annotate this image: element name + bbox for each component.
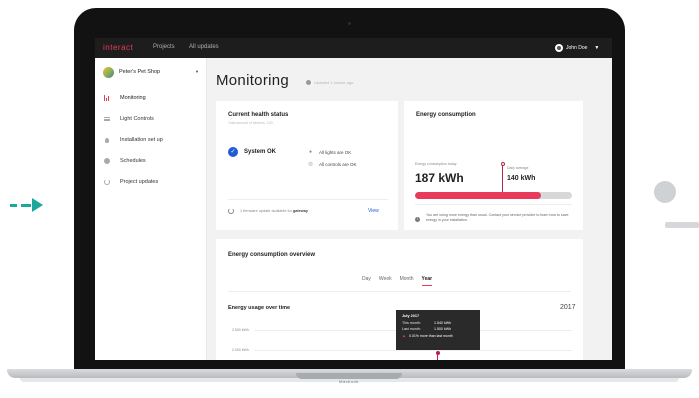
updated-timestamp: Updated 1 minute ago [314, 80, 354, 85]
lights-status: ● All lights are OK [308, 149, 352, 156]
bulb-icon [103, 137, 110, 144]
sidebar-item-project-updates[interactable]: Project updates [95, 176, 207, 188]
daily-average-value: 140 kWh [507, 175, 536, 182]
lights-status-text: All lights are OK [319, 150, 352, 155]
divider [228, 291, 571, 292]
chevron-down-icon: ▼ [594, 45, 600, 51]
tooltip-note: ▲ 0.01% more than last month [402, 333, 474, 338]
y-tick-label: 2.500 kWh [232, 328, 249, 332]
clock-icon [103, 158, 110, 165]
chart-marker-point[interactable] [435, 351, 440, 355]
grid-line [254, 350, 572, 351]
trend-up-icon: ▲ [402, 333, 406, 338]
tooltip-note-text: 0.01% more than last month [408, 333, 453, 338]
decorative-dot [654, 181, 676, 203]
warning-icon: ! [415, 217, 420, 222]
tooltip-label: This month: [402, 321, 421, 325]
shop-name: Peter's Pet Shop [119, 69, 161, 75]
tab-month[interactable]: Month [400, 276, 414, 286]
energy-warning-text: You are using more energy than usual. Co… [426, 213, 569, 222]
tooltip-title: July 2017 [402, 314, 420, 318]
energy-progress-bar [415, 192, 572, 199]
refresh-icon [103, 179, 110, 186]
bulb-icon: ● [308, 149, 313, 155]
arrow-right-icon [10, 198, 50, 212]
system-status: System OK [244, 149, 277, 155]
chart-year[interactable]: 2017 [560, 304, 576, 311]
view-firmware-link[interactable]: View [368, 208, 379, 214]
divider [415, 204, 572, 205]
user-menu[interactable]: John Doe ▼ [555, 43, 599, 53]
tooltip-row: Last month: 1.500 kWh [402, 327, 474, 331]
energy-progress-fill [415, 192, 541, 199]
tab-week[interactable]: Week [379, 276, 392, 286]
sidebar-item-label: Installation set up [120, 137, 163, 143]
brand-logo[interactable]: interact [103, 43, 133, 52]
y-tick-label: 2.000 kWh [232, 348, 249, 352]
bar-chart-icon [103, 95, 110, 102]
divider [228, 199, 388, 200]
energy-card-title: Energy consumption [416, 112, 476, 118]
sidebar-item-schedules[interactable]: Schedules [95, 155, 207, 167]
sidebar-item-label: Schedules [120, 158, 146, 164]
tab-day[interactable]: Day [362, 276, 371, 286]
chevron-down-icon: ▼ [195, 69, 199, 74]
sidebar-item-label: Project updates [120, 179, 159, 185]
laptop-label: Macbook [339, 379, 359, 384]
nav-projects[interactable]: Projects [153, 44, 175, 50]
firmware-notice: 1 firmware update available for gateway [240, 209, 308, 213]
device-count: Total amount of devices: 100 [228, 121, 273, 125]
daily-average-dot [500, 162, 505, 166]
tooltip-label: Last month: [402, 327, 421, 331]
sidebar-item-label: Monitoring [120, 95, 146, 101]
tooltip-value: 1.540 kWh [434, 321, 452, 325]
chart-tooltip: July 2017 This month: 1.540 kWh Last mon… [396, 310, 480, 350]
shop-avatar [103, 66, 114, 78]
camera-icon [348, 22, 351, 25]
energy-today-value: 187 kWh [415, 171, 464, 185]
energy-today-label: Energy consumption today [415, 162, 457, 166]
energy-consumption-card: Energy consumption Energy consumption to… [404, 101, 583, 230]
health-status-card: Current health status Total amount of de… [216, 101, 398, 230]
controls-status: ◎ All controls are OK [308, 161, 357, 168]
overview-title: Energy consumption overview [228, 252, 316, 258]
refresh-icon [228, 208, 234, 214]
health-card-title: Current health status [228, 112, 289, 118]
sidebar-item-light-controls[interactable]: Light Controls [95, 113, 207, 125]
main-content: Monitoring Updated 1 minute ago Current … [207, 58, 612, 360]
daily-average-label: Daily average [507, 166, 529, 170]
sidebar-item-label: Light Controls [120, 116, 154, 122]
energy-overview-card: Energy consumption overview Day Week Mon… [216, 239, 583, 360]
status-dot-icon [306, 80, 311, 85]
app-screen: interact Projects All updates John Doe ▼… [95, 38, 612, 360]
tooltip-value: 1.500 kWh [434, 327, 452, 331]
decorative-bar [665, 222, 699, 228]
page-title: Monitoring [216, 72, 290, 89]
sidebar-item-installation[interactable]: Installation set up [95, 134, 207, 146]
avatar [555, 44, 563, 52]
period-tabs: Day Week Month Year [362, 276, 433, 286]
user-name: John Doe [566, 45, 588, 51]
controls-icon: ◎ [308, 161, 313, 167]
sidebar: Peter's Pet Shop ▼ Monitoring Light Cont… [95, 58, 207, 360]
project-selector[interactable]: Peter's Pet Shop ▼ [103, 66, 201, 78]
controls-status-text: All controls are OK [319, 162, 357, 167]
sidebar-item-monitoring[interactable]: Monitoring [95, 92, 207, 104]
tab-year[interactable]: Year [421, 276, 433, 286]
chart-title: Energy usage over time [228, 305, 291, 311]
mockup-stage: Macbook interact Projects All updates Jo… [0, 0, 699, 398]
tooltip-row: This month: 1.540 kWh [402, 321, 474, 325]
nav-all-updates[interactable]: All updates [189, 44, 219, 50]
sliders-icon [103, 116, 110, 123]
top-bar: interact Projects All updates John Doe ▼ [95, 38, 612, 58]
check-circle-icon: ✓ [228, 147, 238, 157]
